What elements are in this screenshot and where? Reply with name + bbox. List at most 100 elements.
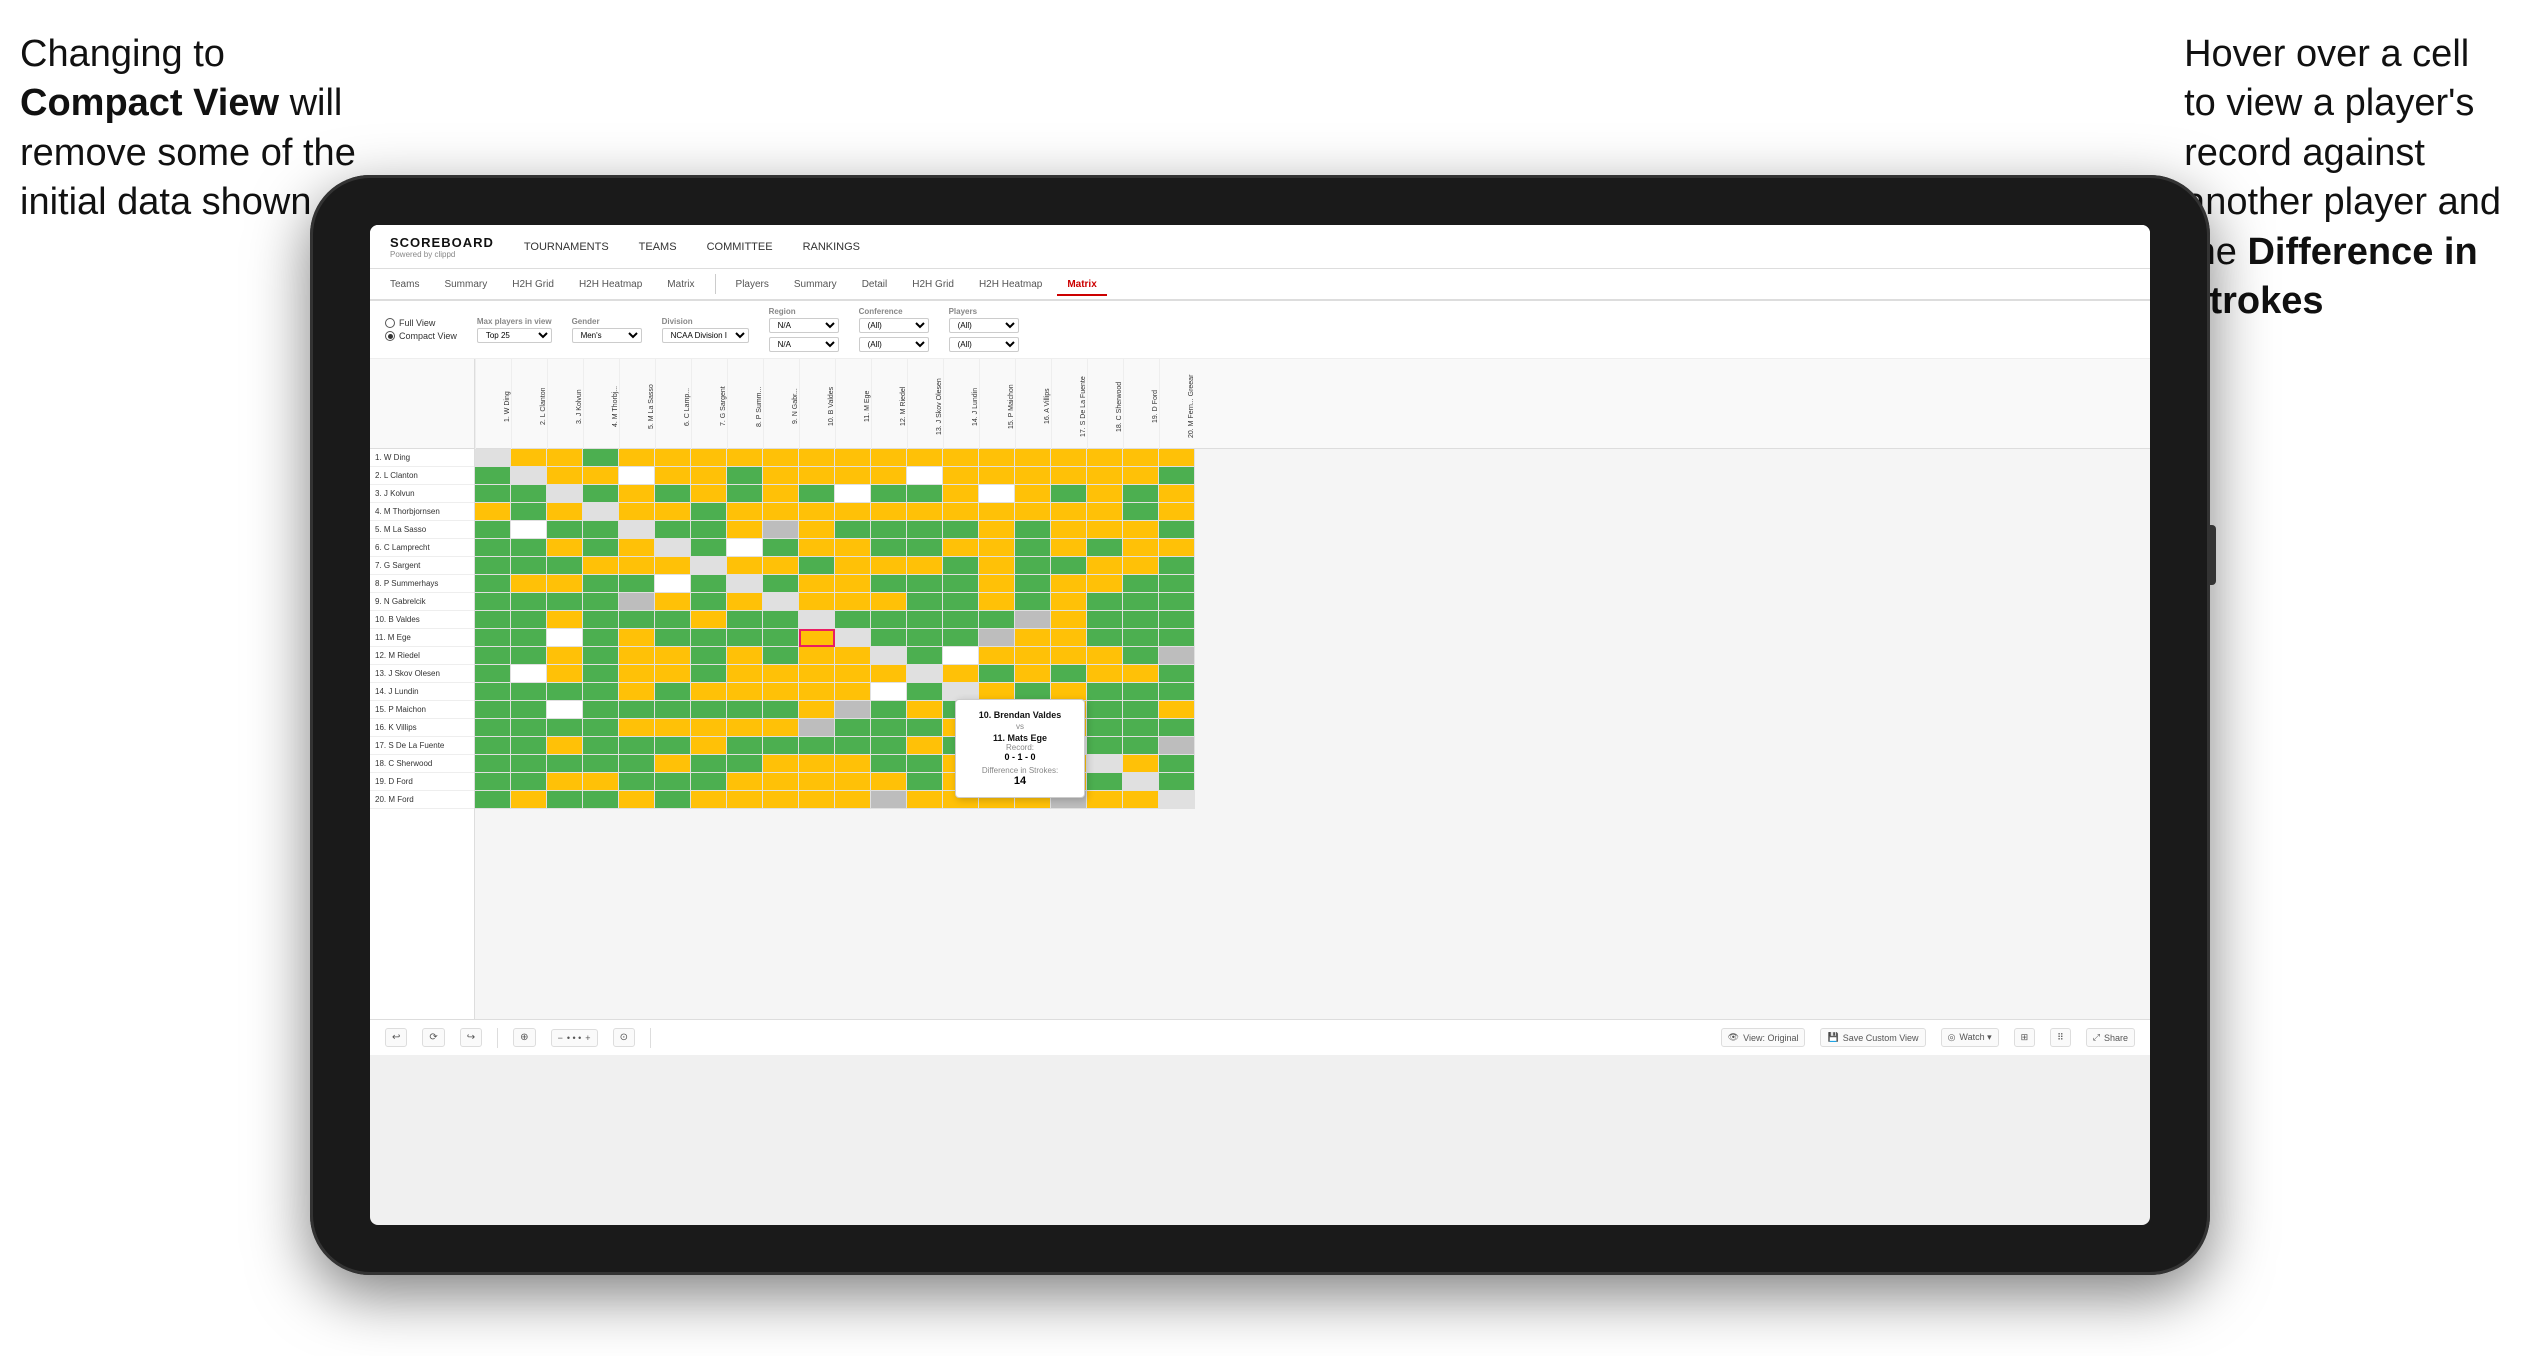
cell-12-8[interactable] bbox=[871, 575, 907, 593]
cell-7-14[interactable] bbox=[691, 683, 727, 701]
cell-19-3[interactable] bbox=[1123, 485, 1159, 503]
cell-13-7[interactable] bbox=[907, 557, 943, 575]
cell-4-6[interactable] bbox=[583, 539, 619, 557]
radio-compact-view[interactable]: Compact View bbox=[385, 331, 457, 341]
cell-4-14[interactable] bbox=[583, 683, 619, 701]
cell-20-5[interactable] bbox=[1159, 521, 1195, 539]
cell-6-19[interactable] bbox=[655, 773, 691, 791]
cell-20-4[interactable] bbox=[1159, 503, 1195, 521]
cell-16-5[interactable] bbox=[1015, 521, 1051, 539]
cell-15-12[interactable] bbox=[979, 647, 1015, 665]
cell-1-3[interactable] bbox=[475, 485, 511, 503]
tab-players[interactable]: Players bbox=[726, 275, 779, 296]
cell-11-3[interactable] bbox=[835, 485, 871, 503]
cell-1-10[interactable] bbox=[475, 611, 511, 629]
cell-20-15[interactable] bbox=[1159, 701, 1195, 719]
cell-12-1[interactable] bbox=[871, 449, 907, 467]
cell-3-19[interactable] bbox=[547, 773, 583, 791]
cell-3-16[interactable] bbox=[547, 719, 583, 737]
cell-9-3[interactable] bbox=[763, 485, 799, 503]
cell-4-19[interactable] bbox=[583, 773, 619, 791]
cell-13-5[interactable] bbox=[907, 521, 943, 539]
nav-rankings[interactable]: RANKINGS bbox=[803, 239, 860, 255]
cell-16-12[interactable] bbox=[1015, 647, 1051, 665]
cell-7-1[interactable] bbox=[691, 449, 727, 467]
cell-20-8[interactable] bbox=[1159, 575, 1195, 593]
cell-5-3[interactable] bbox=[619, 485, 655, 503]
nav-teams[interactable]: TEAMS bbox=[639, 239, 677, 255]
cell-1-12[interactable] bbox=[475, 647, 511, 665]
cell-2-4[interactable] bbox=[511, 503, 547, 521]
cell-3-20[interactable] bbox=[547, 791, 583, 809]
cell-19-7[interactable] bbox=[1123, 557, 1159, 575]
cell-5-1[interactable] bbox=[619, 449, 655, 467]
cell-12-6[interactable] bbox=[871, 539, 907, 557]
cell-18-16[interactable] bbox=[1087, 719, 1123, 737]
cell-17-4[interactable] bbox=[1051, 503, 1087, 521]
cell-13-6[interactable] bbox=[907, 539, 943, 557]
cell-16-8[interactable] bbox=[1015, 575, 1051, 593]
cell-12-19[interactable] bbox=[871, 773, 907, 791]
cell-7-18[interactable] bbox=[691, 755, 727, 773]
cell-16-9[interactable] bbox=[1015, 593, 1051, 611]
cell-7-9[interactable] bbox=[691, 593, 727, 611]
cell-1-8[interactable] bbox=[475, 575, 511, 593]
cell-12-3[interactable] bbox=[871, 485, 907, 503]
tab-summary2[interactable]: Summary bbox=[784, 275, 847, 296]
cell-7-10[interactable] bbox=[691, 611, 727, 629]
cell-15-4[interactable] bbox=[979, 503, 1015, 521]
cell-18-8[interactable] bbox=[1087, 575, 1123, 593]
cell-1-6[interactable] bbox=[475, 539, 511, 557]
cell-9-15[interactable] bbox=[763, 701, 799, 719]
division-select[interactable]: NCAA Division I bbox=[662, 328, 749, 343]
cell-5-19[interactable] bbox=[619, 773, 655, 791]
cell-3-5[interactable] bbox=[547, 521, 583, 539]
region-select[interactable]: N/A bbox=[769, 318, 839, 333]
cell-7-12[interactable] bbox=[691, 647, 727, 665]
bookmark-button[interactable]: ⊕ bbox=[513, 1028, 535, 1047]
cell-18-13[interactable] bbox=[1087, 665, 1123, 683]
cell-14-12[interactable] bbox=[943, 647, 979, 665]
nav-tournaments[interactable]: TOURNAMENTS bbox=[524, 239, 609, 255]
cell-1-7[interactable] bbox=[475, 557, 511, 575]
cell-9-8[interactable] bbox=[763, 575, 799, 593]
cell-2-13[interactable] bbox=[511, 665, 547, 683]
cell-13-9[interactable] bbox=[907, 593, 943, 611]
cell-8-19[interactable] bbox=[727, 773, 763, 791]
cell-16-11[interactable] bbox=[1015, 629, 1051, 647]
cell-9-1[interactable] bbox=[763, 449, 799, 467]
cell-7-16[interactable] bbox=[691, 719, 727, 737]
cell-2-3[interactable] bbox=[511, 485, 547, 503]
cell-8-8[interactable] bbox=[727, 575, 763, 593]
cell-18-6[interactable] bbox=[1087, 539, 1123, 557]
cell-3-4[interactable] bbox=[547, 503, 583, 521]
conference-select2[interactable]: (All) bbox=[859, 337, 929, 352]
cell-2-8[interactable] bbox=[511, 575, 547, 593]
cell-16-2[interactable] bbox=[1015, 467, 1051, 485]
cell-13-15[interactable] bbox=[907, 701, 943, 719]
cell-1-20[interactable] bbox=[475, 791, 511, 809]
cell-4-20[interactable] bbox=[583, 791, 619, 809]
cell-11-12[interactable] bbox=[835, 647, 871, 665]
cell-1-14[interactable] bbox=[475, 683, 511, 701]
cell-14-8[interactable] bbox=[943, 575, 979, 593]
cell-7-17[interactable] bbox=[691, 737, 727, 755]
cell-6-6[interactable] bbox=[655, 539, 691, 557]
cell-18-15[interactable] bbox=[1087, 701, 1123, 719]
cell-1-1[interactable] bbox=[475, 449, 511, 467]
cell-1-17[interactable] bbox=[475, 737, 511, 755]
cell-17-6[interactable] bbox=[1051, 539, 1087, 557]
cell-10-10[interactable] bbox=[799, 611, 835, 629]
cell-16-3[interactable] bbox=[1015, 485, 1051, 503]
cell-6-12[interactable] bbox=[655, 647, 691, 665]
cell-17-13[interactable] bbox=[1051, 665, 1087, 683]
cell-2-6[interactable] bbox=[511, 539, 547, 557]
cell-12-5[interactable] bbox=[871, 521, 907, 539]
cell-10-9[interactable] bbox=[799, 593, 835, 611]
cell-2-1[interactable] bbox=[511, 449, 547, 467]
cell-2-7[interactable] bbox=[511, 557, 547, 575]
cell-19-5[interactable] bbox=[1123, 521, 1159, 539]
conference-select[interactable]: (All) bbox=[859, 318, 929, 333]
players-select2[interactable]: (All) bbox=[949, 337, 1019, 352]
cell-19-17[interactable] bbox=[1123, 737, 1159, 755]
